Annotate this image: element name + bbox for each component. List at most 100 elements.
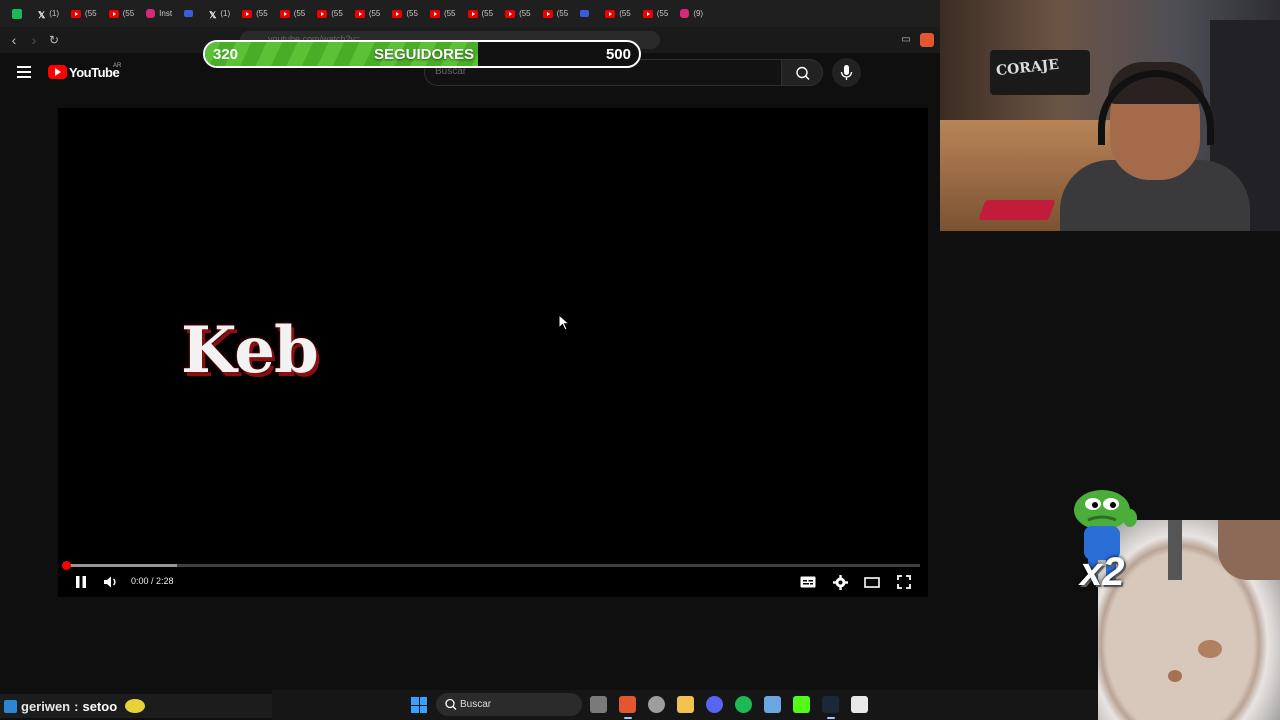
browser-tab-label: (9): [693, 9, 704, 18]
browser-tab[interactable]: (55: [274, 4, 312, 24]
browser-tab-label: (1): [49, 9, 60, 18]
video-player[interactable]: Keb 0:00 / 2:28: [58, 108, 928, 597]
browser-tab-label: (55: [656, 9, 669, 18]
browser-tab[interactable]: (55: [424, 4, 462, 24]
bowl-tool: [1168, 520, 1182, 580]
browser-tab[interactable]: (55: [349, 4, 387, 24]
store-icon[interactable]: [851, 696, 868, 713]
youtube-icon: [392, 9, 403, 18]
youtube-icon: [505, 9, 516, 18]
browser-tab[interactable]: (55: [65, 4, 103, 24]
kick-icon[interactable]: [793, 696, 810, 713]
youtube-logo-icon[interactable]: [48, 65, 67, 79]
twitch-icon: [580, 10, 590, 17]
follower-goal-target: 500: [605, 46, 631, 63]
browser-tab-label: (1): [220, 9, 231, 18]
youtube-icon: [279, 9, 290, 18]
browser-tab[interactable]: [574, 4, 599, 24]
browser-tab-label: (55: [481, 9, 494, 18]
browser-tab[interactable]: (55: [599, 4, 637, 24]
kick-icon: [12, 8, 22, 19]
browser-tab[interactable]: (55: [103, 4, 141, 24]
chat-separator: :: [74, 698, 79, 714]
streamer-webcam: CORAJE: [940, 0, 1280, 231]
youtube-region-code: AR: [113, 63, 122, 69]
back-icon[interactable]: ‹: [6, 32, 22, 48]
video-progress-bar[interactable]: [66, 564, 920, 567]
notepad-icon[interactable]: [764, 696, 781, 713]
browser-tab[interactable]: (55: [386, 4, 424, 24]
windows-start-icon[interactable]: [411, 697, 427, 713]
youtube-logo-text[interactable]: YouTube: [69, 65, 120, 80]
mute-button[interactable]: [101, 573, 121, 591]
windows-taskbar: Buscar: [272, 690, 1098, 720]
gear-icon: [832, 574, 848, 590]
theater-mode-button[interactable]: [862, 573, 882, 591]
steam-icon[interactable]: [822, 696, 839, 713]
x-logo-icon: 𝕏: [38, 9, 46, 20]
search-icon: [796, 66, 810, 80]
x-logo-icon: 𝕏: [209, 9, 217, 20]
discord-icon[interactable]: [706, 696, 723, 713]
chat-badge-icon: [4, 699, 17, 713]
browser-tab[interactable]: Inst: [140, 4, 178, 24]
browser-tab-label: (55: [556, 9, 569, 18]
forward-icon[interactable]: ›: [26, 32, 42, 48]
task-view-icon[interactable]: [590, 696, 607, 713]
taskbar-search[interactable]: Buscar: [436, 693, 582, 716]
bowl-speck: [1198, 640, 1222, 658]
browser-tab[interactable]: 𝕏 (1): [32, 4, 65, 24]
youtube-icon: [242, 9, 253, 18]
voice-search-button[interactable]: [832, 58, 861, 87]
browser-tab[interactable]: (55: [499, 4, 537, 24]
chat-message-text: setoo: [82, 698, 118, 714]
follower-goal-label: SEGUIDORES: [373, 46, 475, 63]
browser-tab[interactable]: [6, 4, 32, 24]
theater-mode-icon: [864, 576, 880, 588]
reload-icon[interactable]: ↻: [46, 32, 62, 48]
brave-shield-icon[interactable]: [920, 33, 934, 47]
fullscreen-icon: [897, 575, 911, 589]
youtube-icon: [642, 9, 653, 18]
hamburger-menu-icon[interactable]: [17, 66, 31, 78]
browser-tab[interactable]: (55: [537, 4, 575, 24]
browser-tab-label: (55: [619, 9, 631, 18]
file-explorer-icon[interactable]: [677, 696, 694, 713]
twitch-icon: [184, 10, 194, 17]
cast-icon[interactable]: ▭: [898, 32, 914, 48]
youtube-icon: [317, 9, 328, 18]
subtitles-icon: [800, 576, 816, 588]
browser-tab-label: (55: [368, 9, 381, 18]
browser-tab[interactable]: (55: [311, 4, 349, 24]
browser-tab[interactable]: (55: [462, 4, 500, 24]
browser-tab[interactable]: (55: [236, 4, 274, 24]
browser-tab[interactable]: (55: [637, 4, 675, 24]
video-frame-title: Keb: [181, 313, 319, 388]
taskbar-search-label: Buscar: [460, 699, 492, 710]
browser-tab-label: (55: [443, 9, 456, 18]
chrome-icon[interactable]: [648, 696, 665, 713]
youtube-search-button[interactable]: [781, 59, 823, 86]
browser-tab[interactable]: [178, 4, 203, 24]
fullscreen-button[interactable]: [894, 573, 914, 591]
spotify-icon[interactable]: [735, 696, 752, 713]
webcam-keyboard: [978, 200, 1056, 220]
bowl-speck: [1168, 670, 1182, 682]
settings-button[interactable]: [830, 573, 850, 591]
pause-button[interactable]: [71, 573, 91, 591]
browser-tab[interactable]: 𝕏 (1): [203, 4, 236, 24]
instagram-icon: [146, 9, 156, 18]
search-icon: [445, 698, 457, 710]
follower-goal-bar: 320 SEGUIDORES 500: [203, 40, 641, 68]
bowl-hand: [1218, 520, 1280, 580]
video-scrubber-handle[interactable]: [62, 561, 71, 570]
browser-tab-label: (55: [406, 9, 418, 18]
active-app-indicator: [624, 717, 632, 719]
browser-tab-label: (55: [122, 9, 135, 18]
browser-tab[interactable]: (9): [674, 4, 709, 24]
subtitles-button[interactable]: [798, 573, 818, 591]
youtube-icon: [71, 9, 82, 18]
brave-icon[interactable]: [619, 696, 636, 713]
youtube-icon: [429, 9, 440, 18]
browser-tab-strip: 𝕏 (1) (55 (55 Inst 𝕏 (1) (55 (55 (55 (55 (55 (55 (55(…: [0, 0, 940, 27]
